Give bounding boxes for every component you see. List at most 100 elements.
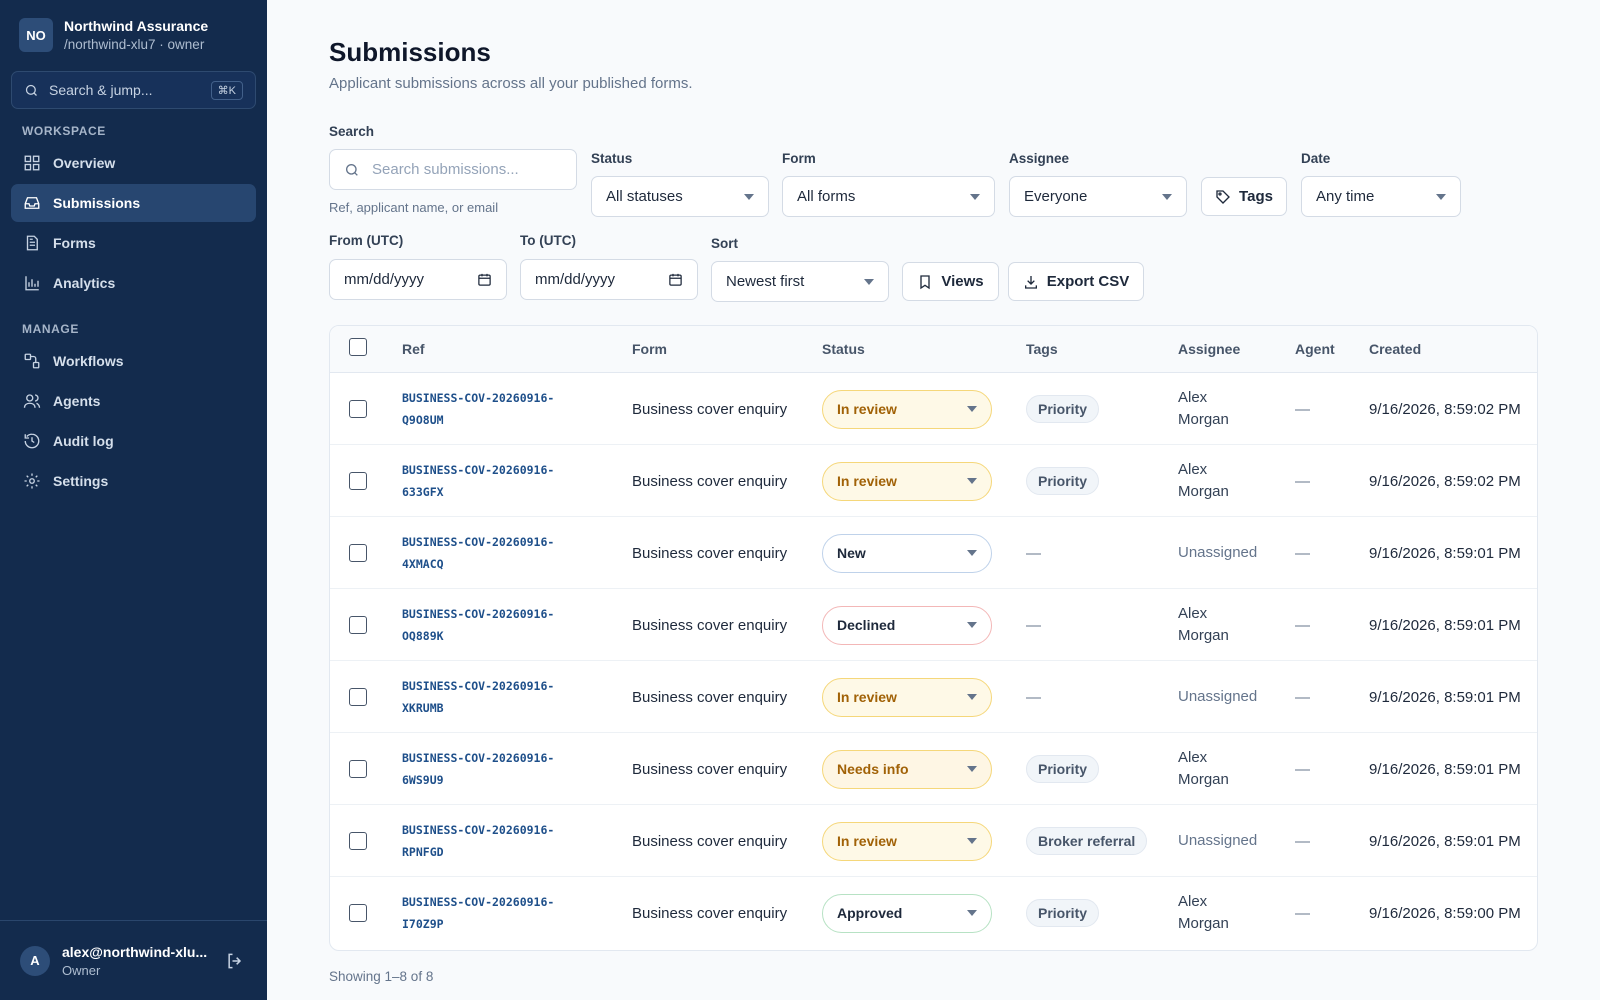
sidebar-item-forms[interactable]: Forms [11, 224, 256, 262]
table-row[interactable]: BUSINESS-COV-20260916- OQ889K Business c… [330, 589, 1537, 661]
assignee-first-name: Alex [1178, 749, 1208, 766]
row-checkbox[interactable] [349, 688, 367, 706]
column-header-assignee[interactable]: Assignee [1178, 326, 1240, 373]
sidebar-item-settings[interactable]: Settings [11, 462, 256, 500]
row-checkbox[interactable] [349, 904, 367, 922]
ref-link[interactable]: BUSINESS-COV-20260916- 6WS9U9 [402, 747, 554, 791]
table-row[interactable]: BUSINESS-COV-20260916- 6WS9U9 Business c… [330, 733, 1537, 805]
status-cell: In review [822, 373, 992, 445]
sidebar-item-label: Agents [53, 393, 101, 409]
sidebar-item-audit-log[interactable]: Audit log [11, 422, 256, 460]
status-cell: In review [822, 445, 992, 517]
row-checkbox[interactable] [349, 760, 367, 778]
search-jump-input[interactable]: Search & jump... ⌘K [11, 71, 256, 109]
ref-link[interactable]: BUSINESS-COV-20260916- XKRUMB [402, 675, 554, 719]
ref-link[interactable]: BUSINESS-COV-20260916- Q9O8UM [402, 387, 554, 431]
row-checkbox[interactable] [349, 472, 367, 490]
org-switcher[interactable]: NO Northwind Assurance /northwind-xlu7 ·… [19, 18, 208, 52]
form-cell: Business cover enquiry [632, 616, 788, 634]
assignee-last-name: Morgan [1178, 411, 1229, 428]
ref-cell: BUSINESS-COV-20260916- 633GFX [402, 445, 554, 517]
ref-link[interactable]: BUSINESS-COV-20260916- OQ889K [402, 603, 554, 647]
to-label: To (UTC) [520, 233, 576, 248]
tag-badge[interactable]: Broker referral [1026, 827, 1148, 855]
table-row[interactable]: BUSINESS-COV-20260916- I70Z9P Business c… [330, 877, 1537, 949]
status-select[interactable]: In review [822, 389, 992, 429]
tags-empty: — [1026, 688, 1041, 706]
assignee-unassigned: Unassigned [1178, 544, 1258, 561]
status-select[interactable]: Needs info [822, 749, 992, 789]
calendar-icon[interactable] [668, 272, 683, 287]
form-select[interactable]: All forms [782, 176, 995, 217]
status-select[interactable]: In review [822, 821, 992, 861]
date-select[interactable]: Any time [1301, 176, 1461, 217]
row-checkbox[interactable] [349, 616, 367, 634]
sidebar: NO Northwind Assurance /northwind-xlu7 ·… [0, 0, 267, 1000]
status-select[interactable]: In review [822, 461, 992, 501]
export-csv-button[interactable]: Export CSV [1008, 262, 1144, 301]
ref-line-1: BUSINESS-COV-20260916- [402, 823, 555, 837]
ref-link[interactable]: BUSINESS-COV-20260916- 4XMACQ [402, 531, 554, 575]
grid-icon [24, 155, 40, 171]
sidebar-item-submissions[interactable]: Submissions [11, 184, 256, 222]
tag-badge[interactable]: Priority [1026, 395, 1100, 423]
column-header-status[interactable]: Status [822, 326, 865, 373]
views-button[interactable]: Views [902, 262, 999, 301]
from-date-input[interactable]: mm/dd/yyyy [329, 259, 507, 300]
agent-cell: — [1295, 904, 1310, 922]
ref-link[interactable]: BUSINESS-COV-20260916- 633GFX [402, 459, 554, 503]
logout-icon[interactable] [225, 951, 245, 971]
sort-select[interactable]: Newest first [711, 261, 889, 302]
tag-badge[interactable]: Priority [1026, 467, 1100, 495]
status-select[interactable]: New [822, 533, 992, 573]
sidebar-item-label: Settings [53, 473, 109, 489]
column-header-ref[interactable]: Ref [402, 326, 425, 373]
to-date-input[interactable]: mm/dd/yyyy [520, 259, 698, 300]
status-select[interactable]: Declined [822, 605, 992, 645]
search-input[interactable]: Search submissions... [329, 149, 577, 190]
table-row[interactable]: BUSINESS-COV-20260916- 633GFX Business c… [330, 445, 1537, 517]
tags-empty: — [1026, 544, 1041, 562]
row-checkbox[interactable] [349, 832, 367, 850]
assignee-first-name: Alex [1178, 605, 1208, 622]
tags-cell: Priority [1026, 373, 1100, 445]
user-role: Owner [62, 962, 101, 978]
tag-badge[interactable]: Priority [1026, 899, 1100, 927]
status-value: Needs info [837, 761, 909, 777]
table-row[interactable]: BUSINESS-COV-20260916- RPNFGD Business c… [330, 805, 1537, 877]
table-row[interactable]: BUSINESS-COV-20260916- Q9O8UM Business c… [330, 373, 1537, 445]
tag-badge[interactable]: Priority [1026, 755, 1100, 783]
sidebar-item-label: Submissions [53, 195, 141, 211]
ref-link[interactable]: BUSINESS-COV-20260916- RPNFGD [402, 819, 554, 863]
sidebar-item-agents[interactable]: Agents [11, 382, 256, 420]
status-select[interactable]: All statuses [591, 176, 769, 217]
column-header-form[interactable]: Form [632, 326, 667, 373]
status-value: In review [837, 689, 897, 705]
gear-icon [24, 473, 40, 489]
sidebar-item-analytics[interactable]: Analytics [11, 264, 256, 302]
chevron-down-icon [967, 766, 977, 772]
sidebar-item-workflows[interactable]: Workflows [11, 342, 256, 380]
sidebar-item-overview[interactable]: Overview [11, 144, 256, 182]
calendar-icon[interactable] [477, 272, 492, 287]
ref-link[interactable]: BUSINESS-COV-20260916- I70Z9P [402, 891, 554, 935]
page-subtitle: Applicant submissions across all your pu… [329, 75, 693, 92]
bookmark-icon [920, 274, 931, 289]
ref-cell: BUSINESS-COV-20260916- XKRUMB [402, 661, 554, 733]
status-select[interactable]: In review [822, 677, 992, 717]
table-row[interactable]: BUSINESS-COV-20260916- 4XMACQ Business c… [330, 517, 1537, 589]
tags-button-label: Tags [1239, 188, 1273, 205]
form-cell: Business cover enquiry [632, 400, 788, 418]
assignee-select[interactable]: Everyone [1009, 176, 1187, 217]
assignee-last-name: Morgan [1178, 915, 1229, 932]
status-select[interactable]: Approved [822, 893, 992, 933]
column-header-agent[interactable]: Agent [1295, 326, 1335, 373]
select-all-checkbox[interactable] [349, 338, 367, 356]
table-row[interactable]: BUSINESS-COV-20260916- XKRUMB Business c… [330, 661, 1537, 733]
row-checkbox[interactable] [349, 544, 367, 562]
tags-button[interactable]: Tags [1201, 177, 1287, 216]
column-header-created[interactable]: Created [1369, 326, 1421, 373]
row-checkbox[interactable] [349, 400, 367, 418]
ref-line-1: BUSINESS-COV-20260916- [402, 391, 555, 405]
column-header-tags[interactable]: Tags [1026, 326, 1058, 373]
